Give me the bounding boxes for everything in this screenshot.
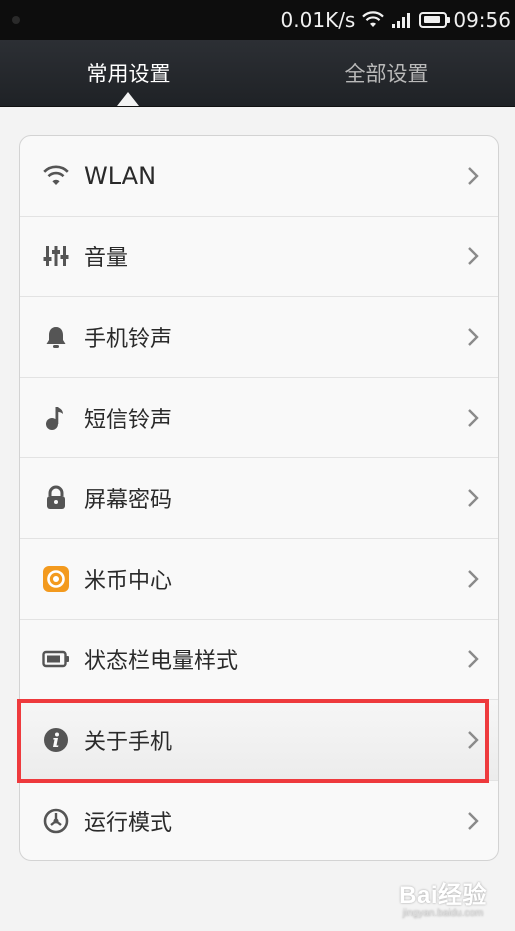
info-icon	[42, 726, 70, 754]
mi-coin-icon	[42, 565, 70, 593]
speedometer-icon	[42, 807, 70, 835]
status-bar: 0.01K/s 09:56	[0, 0, 515, 40]
settings-item-run-mode[interactable]: 运行模式	[20, 781, 498, 860]
battery-style-icon	[42, 645, 70, 673]
chevron-right-icon	[468, 166, 479, 185]
settings-item-screen-lock[interactable]: 屏幕密码	[20, 458, 498, 539]
settings-item-wlan[interactable]: WLAN	[20, 136, 498, 217]
settings-item-sms-tone[interactable]: 短信铃声	[20, 378, 498, 459]
settings-item-label: 短信铃声	[84, 407, 173, 433]
network-speed: 0.01K/s	[280, 8, 356, 32]
battery-icon	[419, 12, 451, 28]
music-note-icon	[42, 404, 70, 432]
wifi-icon	[42, 162, 70, 190]
wifi-icon	[362, 11, 385, 27]
lock-icon	[42, 484, 70, 512]
settings-item-label: 音量	[84, 246, 129, 272]
settings-item-about-phone[interactable]: 关于手机	[20, 700, 498, 781]
chevron-right-icon	[468, 328, 479, 346]
settings-item-label: 运行模式	[84, 811, 173, 837]
chevron-right-icon	[468, 408, 479, 427]
chevron-right-icon	[468, 650, 479, 669]
tab-all-settings[interactable]: 全部设置	[258, 40, 515, 106]
watermark-url: jingyan.baidu.com	[402, 908, 484, 919]
settings-item-label: 米币中心	[84, 568, 173, 594]
chevron-right-icon	[468, 247, 479, 266]
watermark-logo-text: Bai经验	[399, 882, 487, 909]
baidu-jingyan-watermark: Bai经验 jingyan.baidu.com	[399, 875, 487, 919]
settings-item-label: 状态栏电量样式	[84, 649, 239, 675]
volume-sliders-icon	[42, 242, 70, 270]
bell-icon	[42, 323, 70, 351]
settings-list: WLAN 音量 手机铃声 短信铃声 屏幕密码 米币中心 状态栏电量样式 关于手机…	[19, 135, 499, 861]
chevron-right-icon	[468, 569, 479, 588]
tab-selected-indicator	[117, 92, 139, 106]
chevron-right-icon	[468, 812, 479, 830]
settings-item-label: 关于手机	[84, 729, 173, 755]
settings-item-mi-coin[interactable]: 米币中心	[20, 539, 498, 620]
settings-item-label: 屏幕密码	[84, 488, 173, 514]
settings-item-label: WLAN	[84, 161, 157, 190]
clock: 09:56	[453, 8, 511, 32]
tab-bar: 常用设置 全部设置	[0, 40, 515, 107]
settings-item-battery-style[interactable]: 状态栏电量样式	[20, 620, 498, 701]
notification-dot	[12, 16, 20, 24]
settings-item-label: 手机铃声	[84, 326, 173, 352]
settings-item-ringtone[interactable]: 手机铃声	[20, 297, 498, 378]
settings-item-volume[interactable]: 音量	[20, 217, 498, 298]
chevron-right-icon	[468, 731, 479, 749]
signal-icon	[392, 13, 411, 28]
chevron-right-icon	[468, 489, 479, 508]
